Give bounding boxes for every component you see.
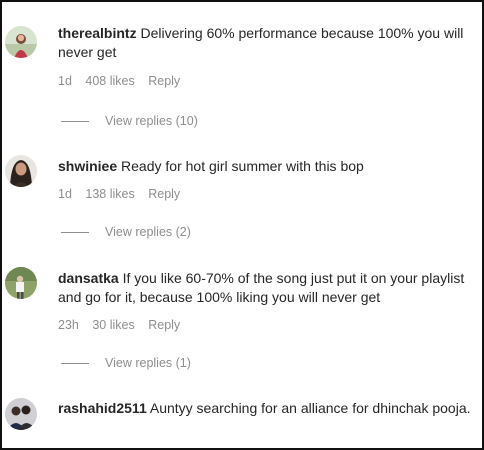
avatar[interactable] <box>5 267 37 299</box>
comment-likes[interactable]: 138 likes <box>85 187 134 201</box>
comment-username[interactable]: dansatka <box>58 270 119 286</box>
avatar[interactable] <box>5 155 37 187</box>
reply-button[interactable]: Reply <box>148 318 180 332</box>
comment-body: rashahid2511 Auntyy searching for an all… <box>58 399 476 418</box>
comment-meta: 23h 30 likes Reply <box>58 318 190 332</box>
comment-time: 1d <box>58 187 72 201</box>
replies-divider-line <box>61 232 89 234</box>
comment-username[interactable]: shwiniee <box>58 158 117 174</box>
comment-text: If you like 60-70% of the song just put … <box>58 270 465 305</box>
view-replies-label: View replies (1) <box>105 356 191 370</box>
reply-button[interactable]: Reply <box>148 187 180 201</box>
comment-body: therealbintz Delivering 60% performance … <box>58 24 476 62</box>
comment-username[interactable]: rashahid2511 <box>58 400 147 416</box>
comment-likes[interactable]: 408 likes <box>85 74 134 88</box>
avatar[interactable] <box>5 26 37 58</box>
replies-divider-line <box>61 363 89 365</box>
comment-text: Auntyy searching for an alliance for dhi… <box>149 400 471 416</box>
reply-button[interactable]: Reply <box>148 74 180 88</box>
view-replies-label: View replies (2) <box>105 225 191 239</box>
comment-username[interactable]: therealbintz <box>58 25 137 41</box>
view-replies-button[interactable]: View replies (1) <box>61 356 191 370</box>
comment-time: 23h <box>58 318 79 332</box>
comment-meta: 1d 138 likes Reply <box>58 187 190 201</box>
replies-divider-line <box>61 121 89 123</box>
view-replies-button[interactable]: View replies (10) <box>61 114 198 128</box>
comment-text: Ready for hot girl summer with this bop <box>121 158 364 174</box>
comment-body: dansatka If you like 60-70% of the song … <box>58 269 476 307</box>
comment-likes[interactable]: 30 likes <box>92 318 134 332</box>
avatar[interactable] <box>5 398 37 430</box>
view-replies-label: View replies (10) <box>105 114 198 128</box>
comment-meta: 1d 408 likes Reply <box>58 74 190 88</box>
view-replies-button[interactable]: View replies (2) <box>61 225 191 239</box>
comment-time: 1d <box>58 74 72 88</box>
comment-body: shwiniee Ready for hot girl summer with … <box>58 157 476 176</box>
comments-panel: therealbintz Delivering 60% performance … <box>0 0 484 450</box>
